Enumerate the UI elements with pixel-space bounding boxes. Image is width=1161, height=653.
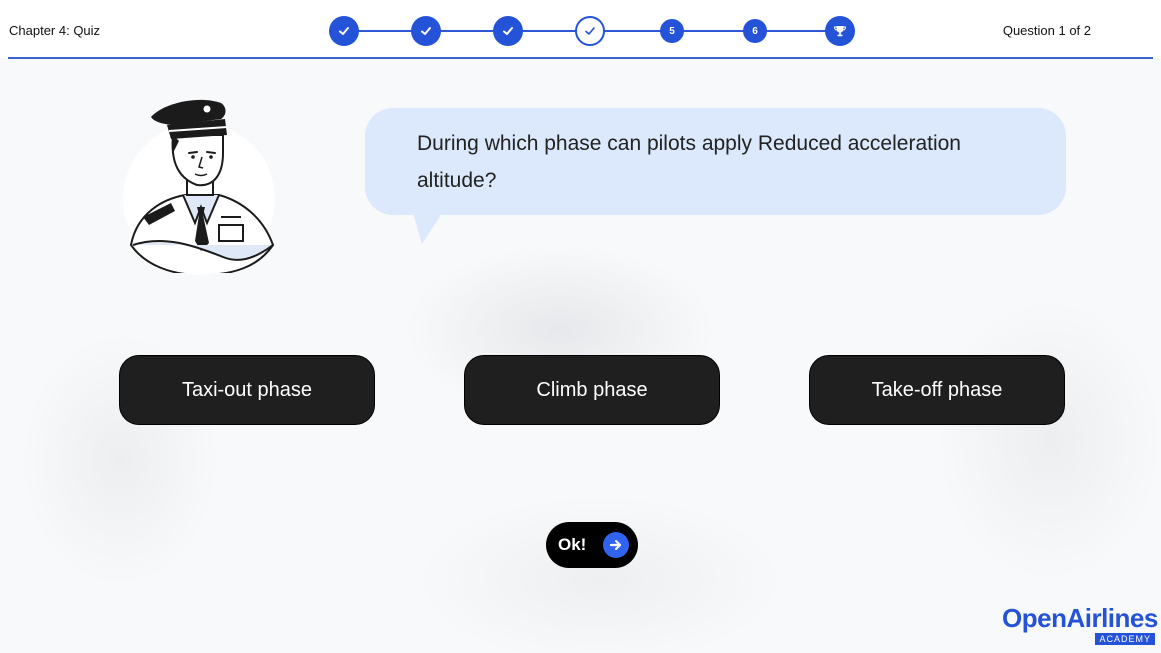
checkmark-icon [503, 27, 513, 35]
step-2-done [411, 16, 441, 46]
answer-option-1[interactable]: Taxi-out phase [119, 355, 375, 425]
quiz-header: Chapter 4: Quiz 5 6 Question 1 of 2 [0, 0, 1161, 59]
arrow-right-icon [603, 532, 629, 558]
ok-submit-button[interactable]: Ok! [546, 522, 638, 568]
logo-sub-text: ACADEMY [1095, 633, 1155, 645]
answer-option-2[interactable]: Climb phase [464, 355, 720, 425]
ok-button-label: Ok! [558, 535, 587, 554]
step-6: 6 [743, 19, 767, 43]
openairlines-academy-logo: OpenAirlines ACADEMY [1002, 603, 1158, 651]
step-final-trophy [825, 16, 855, 46]
header-divider [8, 57, 1153, 59]
checkmark-icon [339, 27, 349, 35]
question-bubble: During which phase can pilots apply Redu… [365, 108, 1066, 215]
step-5: 5 [660, 19, 684, 43]
step-4-current [575, 16, 605, 46]
step-1-done [329, 16, 359, 46]
chapter-title: Chapter 4: Quiz [9, 23, 101, 38]
checkmark-icon [421, 27, 431, 35]
trophy-icon [833, 26, 847, 37]
question-text: During which phase can pilots apply Redu… [417, 132, 961, 192]
logo-main-text: OpenAirlines [1002, 603, 1158, 633]
step-3-done [493, 16, 523, 46]
question-counter: Question 1 of 2 [1002, 23, 1091, 38]
question-bubble-tail [412, 210, 444, 244]
pilot-illustration [129, 99, 275, 273]
progress-stepper: 5 6 [329, 16, 855, 46]
checkmark-icon [585, 27, 595, 35]
pilot-avatar [123, 95, 278, 275]
answer-option-3[interactable]: Take-off phase [809, 355, 1065, 425]
